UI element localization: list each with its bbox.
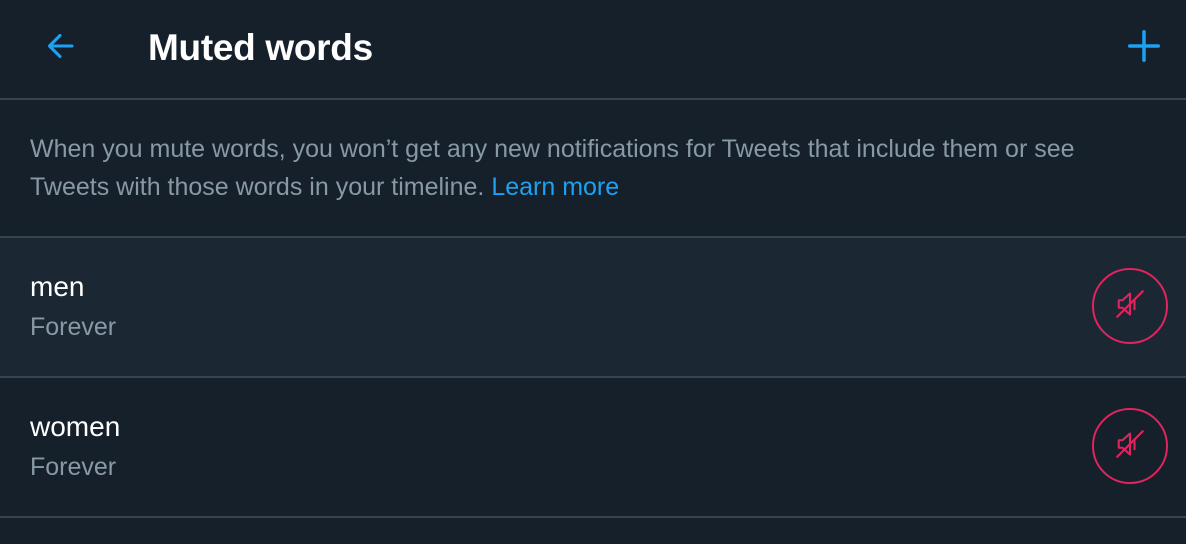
muted-word-duration: Forever — [30, 313, 117, 341]
muted-word-row[interactable]: men Forever — [0, 238, 1186, 378]
plus-icon — [1125, 27, 1163, 70]
unmute-button[interactable] — [1092, 268, 1168, 344]
learn-more-link[interactable]: Learn more — [491, 173, 619, 201]
page-title: Muted words — [148, 27, 373, 68]
muted-word-text: women — [30, 411, 121, 442]
page-header: Muted words — [0, 0, 1186, 100]
description-section: When you mute words, you won’t get any n… — [0, 100, 1186, 238]
muted-words-page: Muted words When you mute words, you won… — [0, 0, 1186, 544]
muted-word-row[interactable]: women Forever — [0, 378, 1186, 518]
muted-word-duration: Forever — [30, 453, 117, 481]
description-text: When you mute words, you won’t get any n… — [30, 135, 1075, 201]
unmute-icon — [1112, 426, 1148, 467]
muted-word-text: men — [30, 271, 85, 302]
back-button[interactable] — [38, 26, 82, 70]
add-muted-word-button[interactable] — [1122, 26, 1166, 70]
unmute-icon — [1112, 286, 1148, 327]
unmute-button[interactable] — [1092, 408, 1168, 484]
arrow-left-icon — [42, 28, 78, 69]
